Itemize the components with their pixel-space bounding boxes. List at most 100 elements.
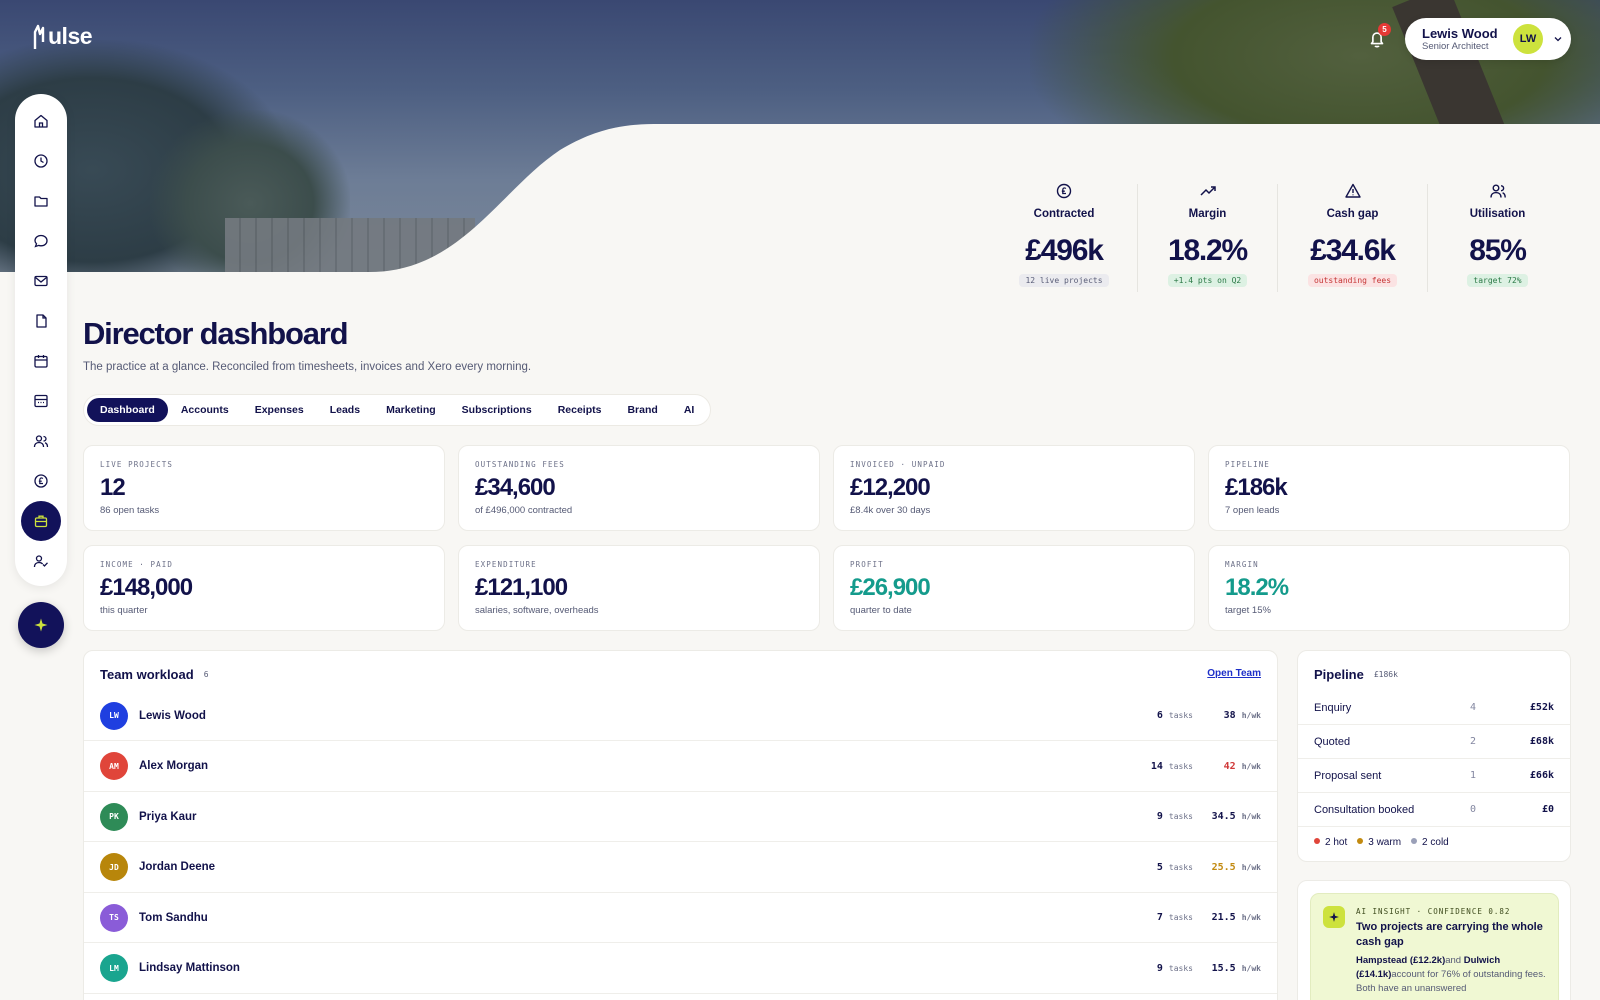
stat-label: INVOICED · UNPAID [850,460,946,469]
member-name: Jordan Deene [139,861,216,873]
hours-unit: h/wk [1241,812,1261,821]
kpi-note: +1.4 pts on Q2 [1167,274,1248,287]
table-row[interactable]: AM Alex Morgan 14 tasks 42 h/wk [84,742,1277,792]
member-name: Priya Kaur [139,810,197,823]
team-workload-panel: Team workload 6 Open Team LW Lewis Wood 6 … [83,650,1278,1000]
member-hours: 42 h/wk [1224,761,1261,772]
stat-sub: quarter to date [850,605,912,616]
tab-ai[interactable]: AI [671,398,708,422]
tasks-unit: tasks [1168,761,1193,771]
pipeline-stage-row[interactable]: Quoted 2 £68k [1298,725,1570,759]
tab-dashboard[interactable]: Dashboard [87,398,168,422]
stage-count: 4 [1469,702,1476,713]
tab-accounts[interactable]: Accounts [168,398,242,422]
stat-card-expenditure[interactable]: EXPENDITURE £121,100 salaries, software,… [458,545,820,631]
stat-value: £34,600 [475,474,556,501]
avatar: PK [100,802,128,831]
pipeline-stage-row[interactable]: Consultation booked 0 £0 [1298,793,1570,827]
sidebar-item-hr[interactable] [21,541,61,581]
stat-card-live-projects[interactable]: LIVE PROJECTS 12 86 open tasks [83,445,445,531]
insight-label: AI INSIGHT · CONFIDENCE 0.82 [1356,907,1511,916]
kpi-value: £34.6k [1310,234,1396,267]
sidebar-item-director[interactable] [21,501,61,541]
page-subtitle: The practice at a glance. Reconciled fro… [83,361,532,373]
sidebar-item-calendar[interactable] [21,341,61,381]
warm-dot-icon [1357,838,1364,844]
stat-value: 18.2% [1225,574,1289,601]
app-logo[interactable]: ulse [32,22,93,50]
avatar: AM [100,752,128,780]
stat-value: £121,100 [475,574,568,601]
stat-card-invoiced-unpaid[interactable]: INVOICED · UNPAID £12,200 £8.4k over 30 … [833,445,1195,531]
member-hours: 15.5 h/wk [1212,963,1261,974]
pipeline-stage-row[interactable]: Proposal sent 1 £66k [1298,759,1570,793]
stat-label: MARGIN [1225,560,1259,569]
ai-assistant-button[interactable] [18,602,64,648]
ai-insight-panel: AI INSIGHT · CONFIDENCE 0.82 Two project… [1297,880,1571,1000]
stat-value: 12 [100,474,126,501]
tasks-unit: tasks [1168,963,1193,973]
stage-label: Enquiry [1314,701,1352,714]
stat-card-outstanding-fees[interactable]: OUTSTANDING FEES £34,600 of £496,000 con… [458,445,820,531]
warning-icon [1344,183,1361,198]
tasks-count: 14 [1150,760,1163,772]
user-role: Senior Architect [1422,40,1489,52]
stat-sub: this quarter [100,605,148,616]
notification-badge: 5 [1378,23,1391,36]
stat-label: PROFIT [850,560,884,569]
table-row[interactable]: JD Jordan Deene 5 tasks 25.5 h/wk [84,843,1277,893]
stat-card-profit[interactable]: PROFIT £26,900 quarter to date [833,545,1195,631]
member-name: Tom Sandhu [139,911,208,924]
sparkle-icon [34,618,48,632]
table-row[interactable]: LM Lindsay Mattinson 9 tasks 15.5 h/wk [84,944,1277,994]
tab-leads[interactable]: Leads [317,398,373,422]
sidebar-item-mail[interactable] [21,261,61,301]
stage-label: Proposal sent [1314,769,1382,782]
sidebar-item-chat[interactable] [21,221,61,261]
logo-word: ulse [48,22,93,49]
member-tasks: 9 tasks [1157,811,1193,822]
pipeline-stage-row[interactable]: Enquiry 4 £52k [1298,691,1570,725]
sidebar-item-finance[interactable] [21,461,61,501]
insight-icon-box [1323,906,1345,928]
tab-brand[interactable]: Brand [614,398,670,422]
page-title: Director dashboard [83,316,349,351]
hours-unit: h/wk [1241,711,1261,720]
stage-value: £66k [1529,770,1554,781]
legend-warm: 3 warm [1357,837,1401,848]
kpi-divider [1137,184,1138,292]
stat-card-margin[interactable]: MARGIN 18.2% target 15% [1208,545,1570,631]
sparkle-icon [1329,912,1339,922]
legend-label: 2 hot [1325,837,1348,848]
tab-marketing[interactable]: Marketing [373,398,449,422]
currency-icon [34,474,48,488]
sidebar-item-team[interactable] [21,421,61,461]
user-menu[interactable]: Lewis Wood Senior Architect LW [1405,18,1571,60]
member-hours: 21.5 h/wk [1212,912,1261,923]
table-row[interactable]: TS Tom Sandhu 7 tasks 21.5 h/wk [84,893,1277,943]
sidebar-item-projects[interactable] [21,181,61,221]
tab-expenses[interactable]: Expenses [242,398,317,422]
sidebar-item-accounts[interactable] [21,381,61,421]
sidebar-item-timesheets[interactable] [21,141,61,181]
avatar: LM [100,954,128,982]
member-name: Lindsay Mattinson [139,962,240,974]
stat-card-income-paid[interactable]: INCOME · PAID £148,000 this quarter [83,545,445,631]
stat-label: EXPENDITURE [475,560,537,569]
stat-label: LIVE PROJECTS [100,460,173,469]
pipeline-panel: Pipeline £186k Enquiry 4 £52k Quoted 2 £68k Pr… [1297,650,1571,862]
home-icon [34,114,48,128]
sidebar-item-documents[interactable] [21,301,61,341]
trend-up-icon [1199,186,1216,196]
sidebar [15,94,67,586]
table-row[interactable]: LW Lewis Wood 6 tasks 38 h/wk [84,691,1277,741]
hot-dot-icon [1314,838,1320,844]
stat-card-pipeline[interactable]: PIPELINE £186k 7 open leads [1208,445,1570,531]
sidebar-item-home[interactable] [21,101,61,141]
avatar: LW [100,701,128,730]
tab-subscriptions[interactable]: Subscriptions [449,398,545,422]
open-team-link[interactable]: Open Team [1207,668,1261,679]
table-row[interactable]: PK Priya Kaur 9 tasks 34.5 h/wk [84,792,1277,842]
tab-receipts[interactable]: Receipts [545,398,615,422]
ai-insight-card[interactable]: AI INSIGHT · CONFIDENCE 0.82 Two project… [1310,893,1559,1000]
